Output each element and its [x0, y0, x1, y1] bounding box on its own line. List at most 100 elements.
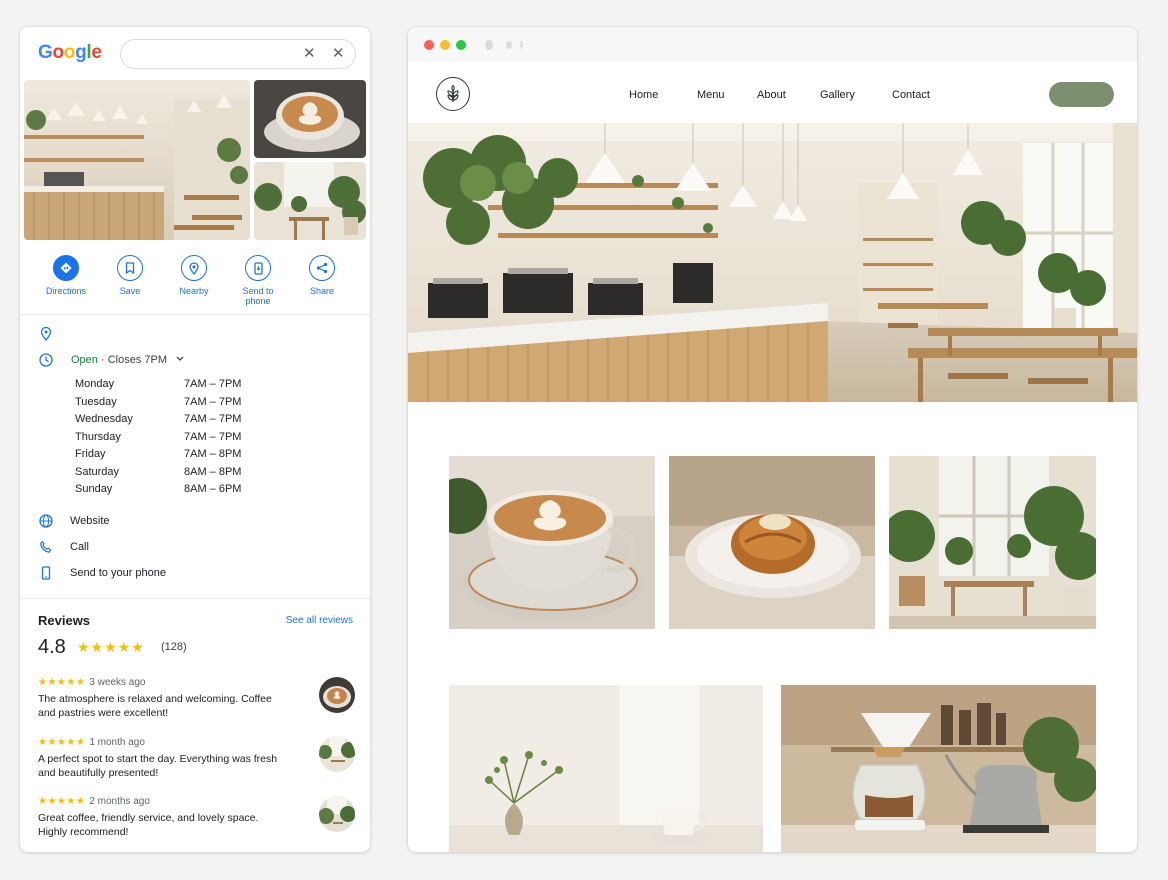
save-label: Save: [119, 286, 141, 296]
gallery-photo-vase-cup[interactable]: [449, 685, 763, 852]
hours-time: 7AM – 8PM: [184, 448, 242, 460]
hours-row: Sunday 8AM – 6PM: [75, 483, 275, 501]
closing-time: · Closes 7PM: [97, 354, 167, 366]
leaf-icon[interactable]: [436, 77, 470, 111]
hours-row: Thursday 7AM – 7PM: [75, 431, 275, 449]
maps-panel: Google ✕ ✕ Directions Save Nearby Send t…: [20, 27, 370, 852]
review-photo[interactable]: [319, 677, 355, 713]
hours-row: Saturday 8AM – 8PM: [75, 466, 275, 484]
directions-label: Directions: [45, 286, 86, 296]
hours-time: 7AM – 7PM: [184, 395, 242, 408]
google-logo: Google: [38, 42, 102, 64]
nav-menu[interactable]: Menu: [697, 89, 725, 101]
nearby-icon: [181, 255, 207, 281]
gallery-photo-latte[interactable]: [449, 456, 655, 629]
place-photo-latte[interactable]: [254, 80, 366, 158]
review-item[interactable]: ★★★★★ 1 month ago A perfect spot to start…: [38, 732, 358, 780]
logo-letter: G: [38, 42, 53, 63]
review-date: 2 months ago: [89, 796, 150, 807]
location-pin-icon: [39, 326, 53, 342]
nav-about[interactable]: About: [757, 89, 786, 101]
open-status: Open: [71, 354, 98, 366]
hours-day: Tuesday: [75, 395, 117, 408]
hours-row: Wednesday 7AM – 7PM: [75, 413, 275, 431]
forward-icon[interactable]: [506, 41, 512, 49]
send-to-phone-label: Send to phone: [242, 286, 274, 306]
clear-icon[interactable]: ✕: [303, 44, 316, 64]
minimize-window-dot[interactable]: [440, 40, 450, 50]
nav-gallery[interactable]: Gallery: [820, 89, 855, 101]
share-label: Share: [309, 286, 335, 296]
review-photo[interactable]: [319, 796, 355, 832]
review-text: The atmosphere is relaxed and welcoming.…: [38, 693, 272, 719]
review-item[interactable]: ★★★★★ 3 weeks ago The atmosphere is relax…: [38, 672, 358, 720]
review-item[interactable]: ★★★★★ 2 months ago Great coffee, friendly…: [38, 791, 358, 839]
place-photo-plants[interactable]: [254, 162, 366, 240]
clock-icon: [39, 353, 53, 367]
browser-window: Home Menu About Gallery Contact: [408, 27, 1137, 852]
hours-time: 8AM – 8PM: [184, 465, 242, 478]
nav-home[interactable]: Home: [629, 89, 658, 101]
hours-day: Thursday: [75, 430, 121, 443]
logo-letter: g: [75, 42, 87, 63]
directions-button[interactable]: Directions: [36, 255, 96, 296]
cta-button[interactable]: [1049, 82, 1114, 107]
maximize-window-dot[interactable]: [456, 40, 466, 50]
search-input[interactable]: ✕ ✕: [120, 39, 356, 69]
hours-row: Friday 7AM – 8PM: [75, 448, 275, 466]
call-link[interactable]: Call: [70, 541, 89, 553]
hours-day: Saturday: [75, 465, 120, 478]
save-button[interactable]: Save: [100, 255, 160, 296]
gallery-photo-pastry[interactable]: [669, 456, 875, 629]
hours-day: Sunday: [75, 483, 113, 495]
divider: [20, 314, 370, 315]
send-to-your-phone-link[interactable]: Send to your phone: [70, 567, 166, 579]
review-stars: ★★★★★: [38, 737, 86, 748]
browser-titlebar: [408, 27, 1137, 63]
rating-stars: ★★★★★: [77, 639, 145, 655]
close-window-dot[interactable]: [424, 40, 434, 50]
hours-table: Monday 7AM – 7PM Tuesday 7AM – 7PM Wednesd…: [75, 378, 275, 501]
reload-icon[interactable]: [520, 41, 523, 49]
hours-day: Friday: [75, 448, 106, 460]
hours-row: Tuesday 7AM – 7PM: [75, 396, 275, 414]
hours-time: 7AM – 7PM: [184, 413, 242, 425]
hours-time: 7AM – 7PM: [184, 430, 242, 443]
see-all-reviews-link[interactable]: See all reviews: [286, 615, 353, 626]
review-count[interactable]: (128): [161, 641, 187, 653]
phone-call-icon: [39, 540, 53, 554]
nav-contact[interactable]: Contact: [892, 89, 930, 101]
globe-icon: [39, 514, 53, 528]
gallery-photo-window-plants[interactable]: [889, 456, 1096, 629]
phone-icon: [245, 255, 271, 281]
logo-letter: o: [52, 42, 64, 63]
divider: [20, 598, 370, 599]
action-bar: Directions Save Nearby Send to phone Sha…: [20, 255, 370, 315]
logo-letter: e: [91, 42, 102, 63]
hero-image: [408, 123, 1137, 402]
bookmark-icon: [117, 255, 143, 281]
nearby-button[interactable]: Nearby: [164, 255, 224, 296]
share-button[interactable]: Share: [292, 255, 352, 296]
hours-toggle[interactable]: Open · Closes 7PM: [71, 353, 184, 366]
chevron-down-icon: [176, 353, 184, 365]
rating-value: 4.8: [38, 636, 66, 658]
nearby-label: Nearby: [179, 286, 209, 296]
gallery-photo-pour-over[interactable]: [781, 685, 1096, 852]
site-header: Home Menu About Gallery Contact: [408, 62, 1137, 124]
hours-time: 8AM – 6PM: [184, 483, 242, 495]
review-date: 1 month ago: [89, 737, 145, 748]
review-stars: ★★★★★: [38, 677, 86, 688]
close-icon[interactable]: ✕: [332, 44, 345, 64]
review-photo[interactable]: [319, 736, 355, 772]
hours-time: 7AM – 7PM: [184, 378, 242, 390]
share-icon: [309, 255, 335, 281]
back-icon[interactable]: [485, 40, 493, 50]
send-to-phone-button[interactable]: Send to phone: [228, 255, 288, 306]
review-date: 3 weeks ago: [89, 677, 146, 688]
website-link[interactable]: Website: [70, 515, 110, 527]
reviews-title: Reviews: [38, 613, 91, 628]
place-photo-interior[interactable]: [24, 80, 250, 240]
review-text: A perfect spot to start the day. Everyth…: [38, 753, 278, 779]
logo-letter: o: [63, 42, 76, 63]
